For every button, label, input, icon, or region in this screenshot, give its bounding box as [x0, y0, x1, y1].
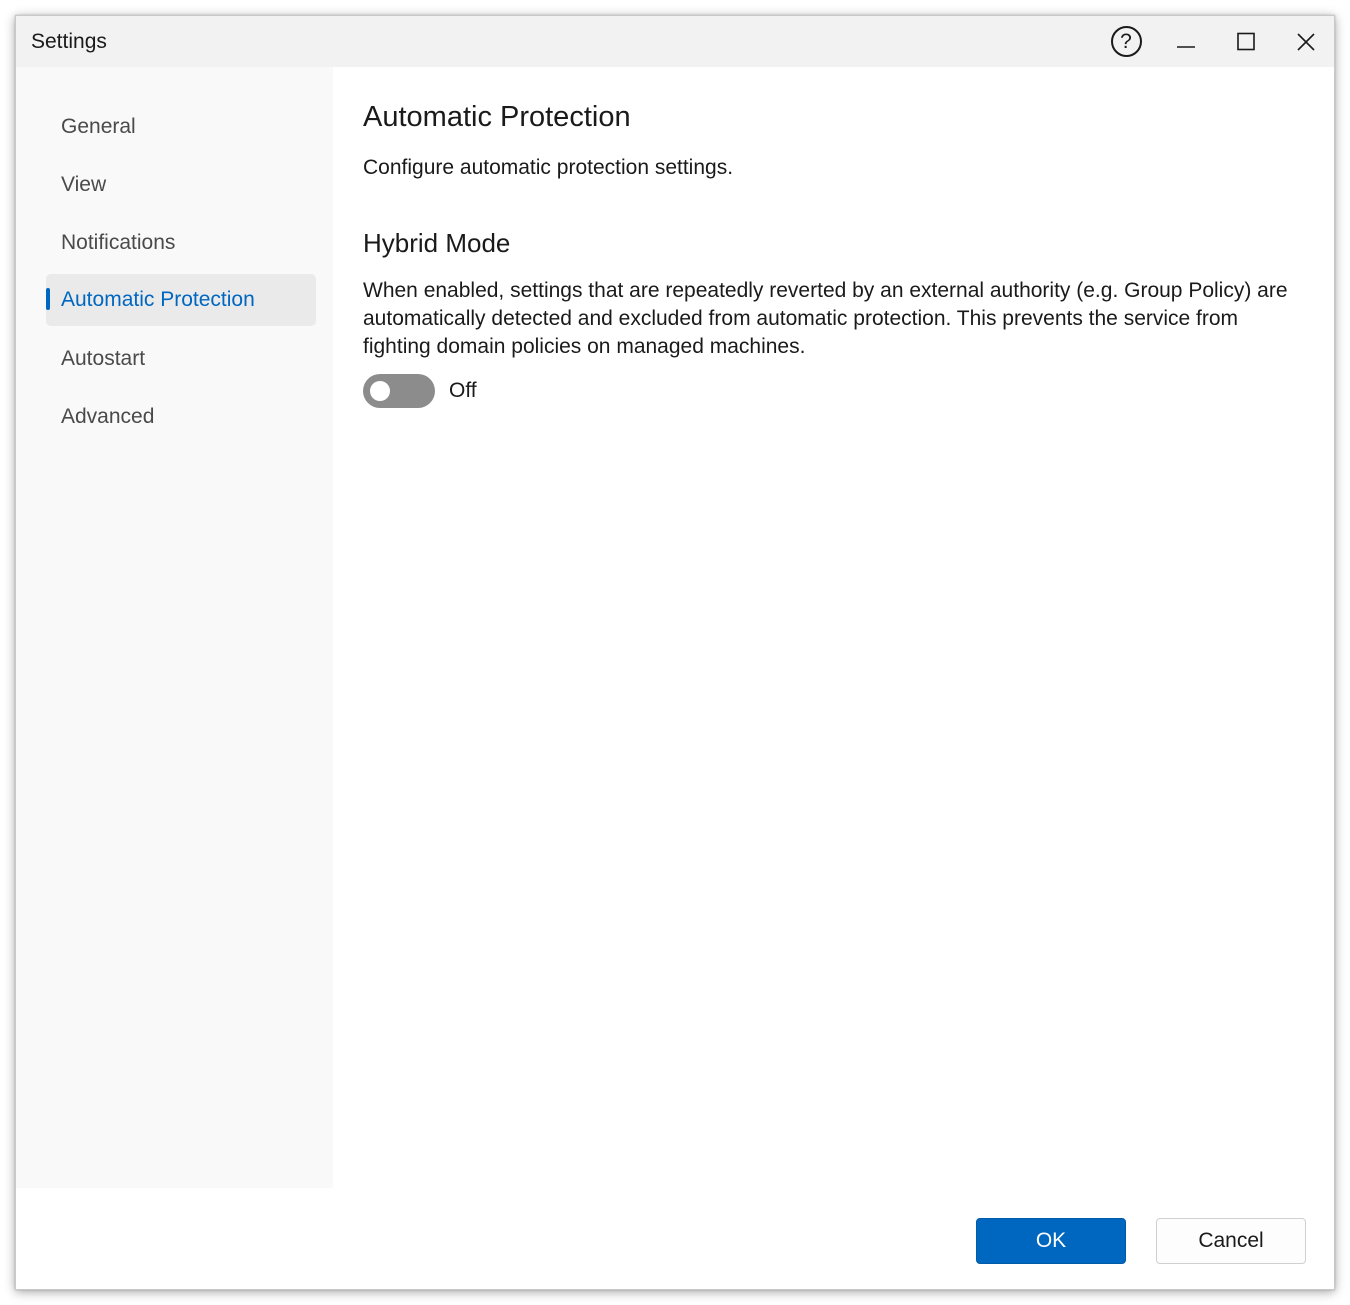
sidebar-item-general[interactable]: General: [46, 101, 316, 153]
minimize-icon: [1177, 45, 1195, 48]
hybrid-mode-title: Hybrid Mode: [363, 228, 511, 258]
close-icon: [1297, 32, 1315, 51]
hybrid-mode-toggle-label: Off: [449, 379, 477, 402]
sidebar-item-label: Notifications: [61, 231, 176, 254]
sidebar-item-automatic-protection[interactable]: Automatic Protection: [46, 274, 316, 326]
cancel-button[interactable]: Cancel: [1156, 1218, 1306, 1264]
help-button[interactable]: ?: [1101, 16, 1151, 67]
selection-indicator: [46, 288, 50, 310]
help-glyph: ?: [1120, 30, 1132, 53]
maximize-button[interactable]: [1221, 16, 1271, 67]
close-button[interactable]: [1281, 16, 1331, 67]
sidebar-item-label: Automatic Protection: [61, 288, 255, 311]
sidebar-item-label: Advanced: [61, 405, 155, 428]
window-title: Settings: [31, 30, 107, 53]
title-bar[interactable]: Settings ?: [16, 16, 1334, 67]
sidebar-item-notifications[interactable]: Notifications: [46, 217, 316, 269]
page-description: Configure automatic protection settings.: [363, 156, 734, 179]
sidebar-item-label: General: [61, 115, 136, 138]
sidebar-item-label: View: [61, 173, 107, 196]
dialog-footer: OK Cancel: [16, 1188, 1334, 1289]
hybrid-mode-toggle[interactable]: [363, 374, 435, 408]
question-mark-icon: ?: [1110, 26, 1142, 57]
sidebar-item-autostart[interactable]: Autostart: [46, 333, 316, 385]
settings-sidebar: General View Notifications Automatic Pro…: [16, 67, 333, 1188]
maximize-icon: [1237, 32, 1255, 50]
sidebar-item-advanced[interactable]: Advanced: [46, 391, 316, 443]
page-title: Automatic Protection: [363, 101, 631, 133]
settings-content: Automatic Protection Configure automatic…: [333, 67, 1334, 1188]
settings-window: Settings ? General View Notifications Au…: [15, 15, 1335, 1290]
minimize-button[interactable]: [1161, 16, 1211, 67]
sidebar-item-view[interactable]: View: [46, 159, 316, 211]
sidebar-item-label: Autostart: [61, 347, 146, 370]
hybrid-mode-description: When enabled, settings that are repeated…: [363, 279, 1288, 358]
toggle-knob: [370, 381, 390, 401]
ok-button[interactable]: OK: [976, 1218, 1126, 1264]
